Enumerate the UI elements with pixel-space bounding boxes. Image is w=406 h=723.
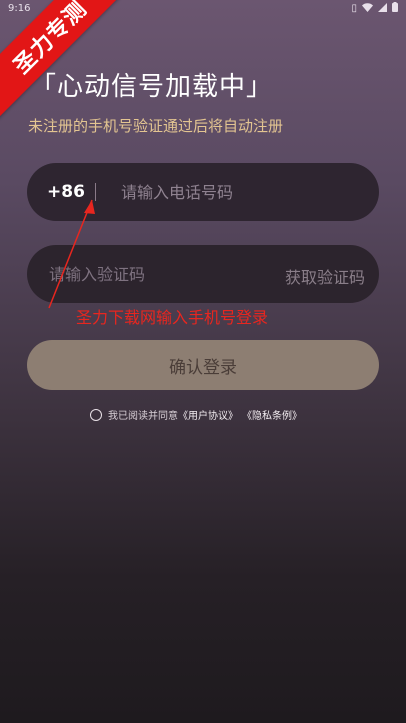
page-subtitle: 未注册的手机号验证通过后将自动注册 [28, 117, 284, 135]
battery-icon [392, 2, 398, 15]
confirm-login-button[interactable]: 确认登录 [27, 340, 379, 390]
verification-code-input[interactable] [39, 255, 279, 293]
privacy-policy-link[interactable]: 《隐私条例》 [242, 407, 302, 422]
agreement-prefix: 我已阅读并同意 [108, 411, 178, 422]
country-code-selector[interactable]: +86 [47, 182, 85, 202]
page-title: 「心动信号加载中」 [30, 72, 274, 102]
phone-input[interactable] [111, 173, 381, 211]
verification-input-group: 获取验证码 [27, 245, 379, 303]
signal-icon [378, 2, 387, 15]
phone-input-group: +86 [27, 163, 381, 221]
agreement-row: 我已阅读并同意 《用户协议》 《隐私条例》 [90, 407, 302, 422]
agree-checkbox[interactable] [90, 408, 102, 421]
user-agreement-link[interactable]: 《用户协议》 [178, 407, 238, 422]
vibrate-icon: ▯ [351, 3, 357, 14]
status-time: 9:16 [8, 3, 31, 14]
get-code-button[interactable]: 获取验证码 [285, 264, 365, 288]
annotation-text: 圣力下载网输入手机号登录 [76, 308, 269, 327]
divider [95, 183, 96, 201]
wifi-icon [362, 2, 373, 15]
status-icons: ▯ [351, 2, 398, 15]
